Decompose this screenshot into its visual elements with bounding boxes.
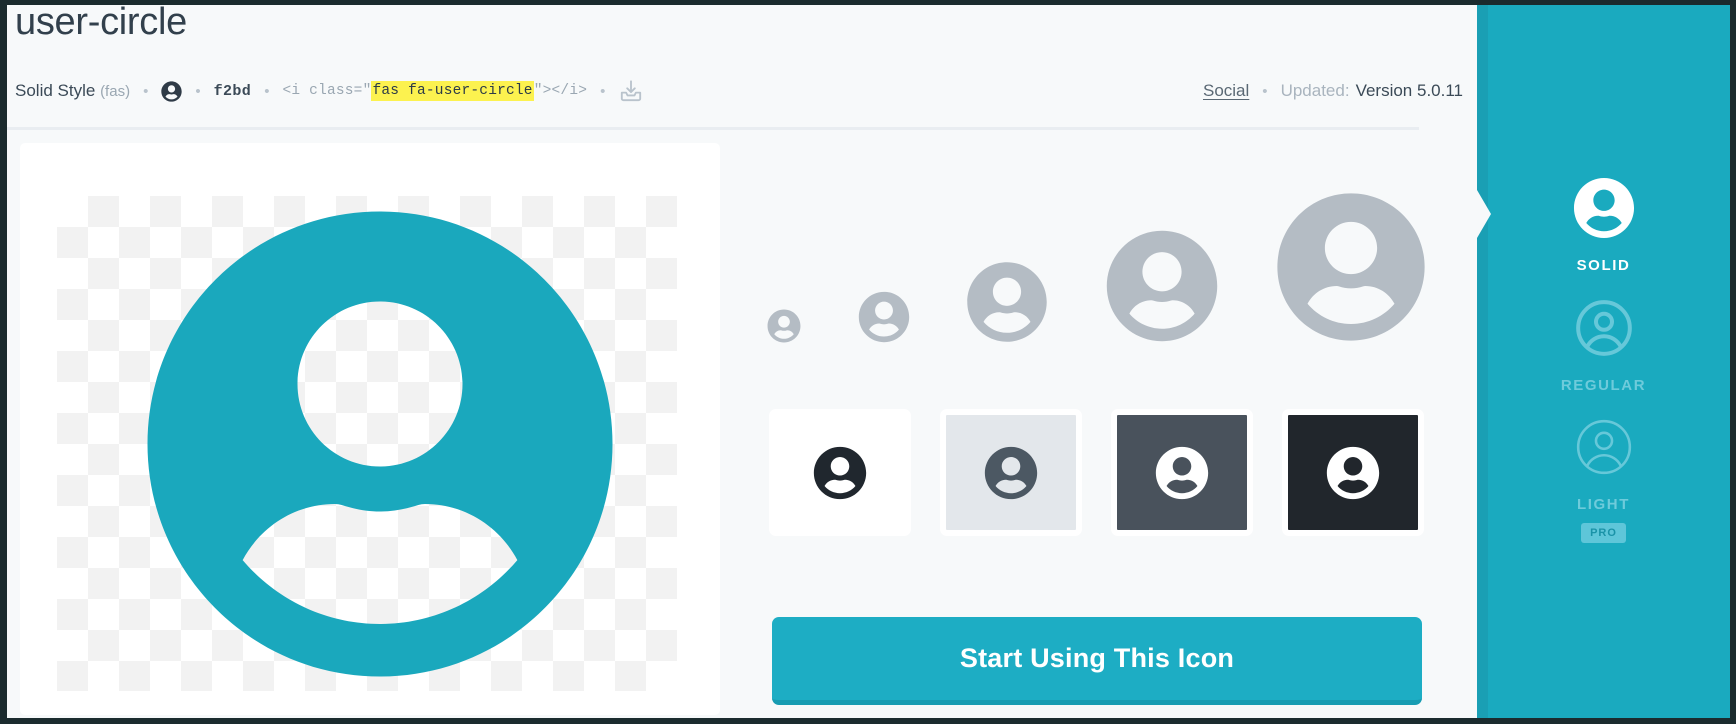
icon-color-swatches: [769, 409, 1424, 536]
size-md: [966, 261, 1048, 348]
swatch-slate[interactable]: [1111, 409, 1253, 536]
user-circle-solid-icon: [1573, 177, 1635, 244]
category-link[interactable]: Social: [1203, 81, 1249, 101]
style-option-light[interactable]: LIGHT PRO: [1477, 416, 1730, 543]
icon-detail-page: user-circle Solid Style (fas) • • f2bd •…: [7, 5, 1730, 718]
user-circle-regular-icon: [1573, 297, 1635, 364]
style-sidebar: SOLID REGULAR LIGHT PRO: [1477, 5, 1730, 718]
size-sm: [858, 291, 910, 348]
style-option-label: SOLID: [1576, 257, 1631, 274]
style-label-text: Solid Style: [15, 81, 96, 100]
meta-separator: •: [264, 82, 270, 100]
updated-version: Version 5.0.11: [1355, 81, 1463, 100]
style-option-regular[interactable]: REGULAR: [1477, 297, 1730, 394]
download-icon[interactable]: [618, 78, 644, 104]
page-title: user-circle: [15, 5, 187, 43]
meta-separator: •: [143, 82, 149, 100]
style-prefix: (fas): [100, 83, 131, 100]
pro-badge: PRO: [1581, 523, 1626, 543]
start-using-this-icon-button[interactable]: Start Using This Icon: [772, 617, 1422, 705]
meta-separator: •: [600, 82, 606, 100]
user-circle-light-icon: [1573, 416, 1635, 483]
icon-metadata-row: Solid Style (fas) • • f2bd • <i class="f…: [15, 78, 644, 104]
unicode-value: f2bd: [213, 82, 252, 100]
icon-preview-card: [20, 143, 720, 715]
style-label: Solid Style (fas): [15, 81, 130, 101]
size-xs: [767, 309, 801, 348]
header-divider: [7, 127, 1419, 130]
swatch-white[interactable]: [769, 409, 911, 536]
screenshot-frame: user-circle Solid Style (fas) • • f2bd •…: [0, 0, 1736, 724]
page-header: user-circle Solid Style (fas) • • f2bd •…: [7, 5, 1480, 141]
style-option-label: REGULAR: [1560, 377, 1647, 394]
user-circle-icon-large: [147, 211, 613, 677]
swatch-light[interactable]: [940, 409, 1082, 536]
code-close: "></i>: [533, 83, 588, 99]
style-option-label: LIGHT: [1577, 496, 1630, 513]
icon-metadata-right: Social • Updated: Version 5.0.11: [1203, 78, 1463, 104]
updated-label: Updated:: [1280, 81, 1350, 100]
user-circle-icon: [161, 80, 182, 102]
style-option-solid[interactable]: SOLID: [1477, 177, 1730, 274]
meta-separator: •: [195, 82, 201, 100]
icon-code-snippet[interactable]: <i class="fas fa-user-circle"></i>: [282, 81, 588, 101]
meta-separator: •: [1262, 82, 1268, 100]
code-open: <i class=": [282, 83, 372, 99]
size-lg: [1105, 229, 1219, 348]
code-highlight: fas fa-user-circle: [371, 81, 534, 101]
swatch-dark[interactable]: [1282, 409, 1424, 536]
size-xl: [1275, 191, 1427, 348]
icon-size-variants: [767, 173, 1427, 348]
